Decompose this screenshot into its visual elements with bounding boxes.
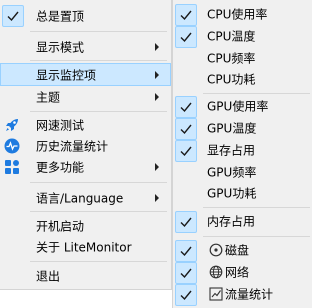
submenu-arrow-icon [155, 42, 159, 51]
gpu-power-label: GPU功耗 [207, 186, 257, 201]
cpu-power-label: CPU功耗 [207, 72, 256, 87]
globe-icon [209, 265, 223, 279]
menu-item-display-monitor-items[interactable]: 显示监控项 [0, 63, 171, 86]
memory-usage-label: 内存占用 [207, 214, 256, 229]
display-monitor-items-label: 显示监控项 [36, 68, 97, 82]
disk-check [175, 240, 197, 262]
submenu-item-traffic-stats[interactable]: 流量统计 [173, 283, 311, 306]
submenu-item-gpu-usage[interactable]: GPU使用率 [173, 95, 311, 118]
language-label: 语言/Language [36, 191, 124, 205]
always-on-top-label: 总是置顶 [36, 9, 85, 23]
menu-item-about[interactable]: 关于 LiteMonitor [0, 235, 171, 258]
submenu-item-gpu-power[interactable]: GPU功耗 [173, 182, 311, 204]
menu-item-display-mode[interactable]: 显示模式 [0, 35, 171, 58]
menu-item-theme[interactable]: 主题 [0, 85, 171, 108]
submenu-arrow-icon [155, 162, 159, 171]
gpu-temp-label: GPU温度 [207, 121, 257, 136]
submenu-arrow-icon [155, 92, 159, 101]
context-menu-area: 总是置顶 显示模式 显示监控项 主题 网速测试 历史流量统计 更多功能 语言/L… [0, 0, 312, 308]
checkmark-icon [180, 146, 192, 157]
about-label: 关于 LiteMonitor [36, 240, 132, 254]
submenu-arrow-icon [155, 193, 159, 202]
traffic-history-label: 历史流量统计 [36, 139, 109, 153]
menu-separator [30, 111, 167, 112]
submenu-item-network[interactable]: 网络 [173, 261, 311, 284]
menu-separator [203, 93, 310, 94]
pulse-icon [4, 138, 20, 153]
vram-usage-label: 显存占用 [207, 143, 256, 158]
grid-icon [5, 159, 19, 174]
submenu-item-gpu-freq[interactable]: GPU频率 [173, 161, 311, 183]
gpu-usage-check [175, 96, 197, 118]
checkmark-icon [180, 268, 192, 279]
checkmark-icon [180, 290, 192, 301]
checkmark-icon [180, 246, 192, 257]
display-mode-label: 显示模式 [36, 40, 85, 54]
chart-box-icon [209, 287, 223, 301]
auto-start-label: 开机启动 [36, 219, 85, 233]
always-on-top-check [2, 5, 24, 27]
traffic-stats-check [175, 284, 197, 306]
gpu-temp-check [175, 118, 197, 140]
menu-item-traffic-history[interactable]: 历史流量统计 [0, 134, 171, 157]
submenu-item-cpu-temp[interactable]: CPU温度 [173, 25, 311, 48]
submenu-item-disk[interactable]: 磁盘 [173, 239, 311, 262]
cpu-usage-label: CPU使用率 [207, 7, 268, 22]
menu-separator [30, 261, 167, 262]
submenu-item-cpu-usage[interactable]: CPU使用率 [173, 3, 311, 26]
memory-usage-check [175, 211, 197, 233]
menu-separator [203, 236, 310, 237]
checkmark-icon [180, 10, 192, 21]
menu-separator [30, 31, 167, 32]
submenu-item-gpu-temp[interactable]: GPU温度 [173, 117, 311, 140]
submenu-item-memory-usage[interactable]: 内存占用 [173, 210, 311, 233]
checkmark-icon [180, 32, 192, 43]
disk-icon [209, 243, 223, 257]
checkmark-icon [7, 11, 19, 22]
menu-item-auto-start[interactable]: 开机启动 [0, 214, 171, 237]
cpu-usage-check [175, 4, 197, 26]
cpu-temp-label: CPU温度 [207, 29, 256, 44]
menu-item-speed-test[interactable]: 网速测试 [0, 113, 171, 136]
checkmark-icon [180, 217, 192, 228]
submenu-item-cpu-freq[interactable]: CPU频率 [173, 47, 311, 69]
submenu-item-cpu-power[interactable]: CPU功耗 [173, 68, 311, 90]
speed-test-label: 网速测试 [36, 118, 85, 132]
menu-separator [30, 182, 167, 183]
exit-label: 退出 [36, 269, 61, 283]
menu-separator [30, 211, 167, 212]
monitor-items-submenu: CPU使用率 CPU温度 CPU频率 CPU功耗 GPU使用率 GPU温度 显存… [172, 0, 312, 308]
menu-item-more-features[interactable]: 更多功能 [0, 155, 171, 178]
menu-item-language[interactable]: 语言/Language [0, 186, 171, 209]
menu-separator [203, 207, 310, 208]
gpu-usage-label: GPU使用率 [207, 99, 269, 114]
gpu-freq-label: GPU频率 [207, 165, 257, 180]
menu-separator [30, 60, 167, 61]
cpu-temp-check [175, 26, 197, 48]
rocket-icon [6, 118, 18, 131]
main-context-menu: 总是置顶 显示模式 显示监控项 主题 网速测试 历史流量统计 更多功能 语言/L… [0, 0, 172, 290]
menu-item-exit[interactable]: 退出 [0, 264, 171, 287]
more-features-label: 更多功能 [36, 160, 85, 174]
menu-item-always-on-top[interactable]: 总是置顶 [0, 4, 171, 27]
submenu-item-vram-usage[interactable]: 显存占用 [173, 139, 311, 162]
checkmark-icon [180, 102, 192, 113]
network-check [175, 262, 197, 284]
traffic-stats-label: 流量统计 [225, 287, 274, 302]
network-label: 网络 [225, 265, 250, 280]
disk-label: 磁盘 [225, 243, 250, 258]
cpu-freq-label: CPU频率 [207, 51, 256, 66]
vram-usage-check [175, 140, 197, 162]
checkmark-icon [180, 124, 192, 135]
submenu-arrow-icon [155, 70, 159, 79]
theme-label: 主题 [36, 90, 61, 104]
